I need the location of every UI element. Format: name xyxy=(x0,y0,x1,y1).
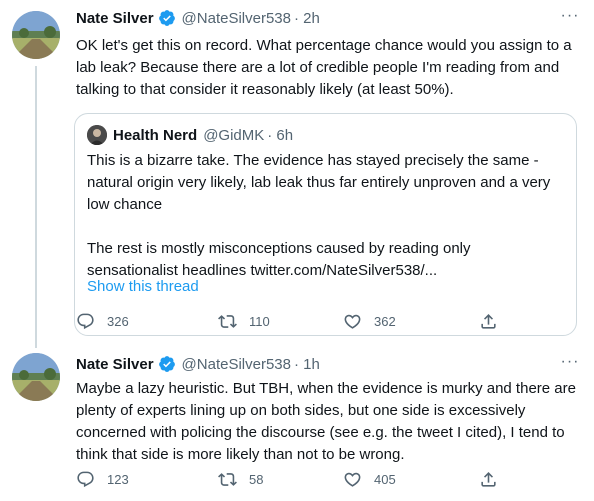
tweet[interactable]: Nate Silver @NateSilver538 · 1h ··· Mayb… xyxy=(0,345,594,501)
author-name[interactable]: Nate Silver xyxy=(76,356,154,373)
tweet-header: Nate Silver @NateSilver538 · 2h xyxy=(76,8,320,28)
quoted-header: Health Nerd @GidMK · 6h xyxy=(113,124,293,146)
author-handle[interactable]: @NateSilver538 xyxy=(182,356,291,373)
tweet-actions: 123 58 405 xyxy=(68,469,508,489)
verified-badge-icon xyxy=(158,356,175,372)
reply-icon xyxy=(77,313,94,329)
retweet-icon xyxy=(218,314,237,328)
retweet-count: 110 xyxy=(249,313,270,329)
more-options-icon[interactable]: ··· xyxy=(560,354,580,376)
retweet-icon xyxy=(218,472,237,486)
reply-count: 326 xyxy=(107,313,129,329)
retweet-count: 58 xyxy=(249,471,264,487)
quoted-time: · 6h xyxy=(267,126,294,144)
share-button[interactable] xyxy=(479,469,498,489)
like-button[interactable]: 362 xyxy=(343,311,396,331)
tweet-time[interactable]: · 2h xyxy=(294,10,320,27)
reply-button[interactable]: 326 xyxy=(76,311,129,331)
reply-count: 123 xyxy=(107,471,129,487)
tweet-actions: 326 110 362 xyxy=(68,311,508,331)
quoted-author-name: Health Nerd xyxy=(113,126,198,144)
show-thread-link[interactable]: Show this thread xyxy=(87,278,199,295)
quoted-text: This is a bizarre take. The evidence has… xyxy=(87,152,551,279)
share-icon xyxy=(481,471,496,487)
share-button[interactable] xyxy=(479,311,498,331)
author-handle[interactable]: @NateSilver538 xyxy=(182,10,291,27)
reply-button[interactable]: 123 xyxy=(76,469,129,489)
like-icon xyxy=(344,314,361,329)
tweet-text: OK let's get this on record. What percen… xyxy=(76,37,576,98)
tweet-header: Nate Silver @NateSilver538 · 1h xyxy=(76,354,320,374)
reply-icon xyxy=(77,471,94,487)
like-count: 405 xyxy=(374,471,396,487)
like-button[interactable]: 405 xyxy=(343,469,396,489)
quoted-author-handle: @GidMK xyxy=(203,126,265,144)
tweet-text: Maybe a lazy heuristic. But TBH, when th… xyxy=(76,380,581,463)
author-name[interactable]: Nate Silver xyxy=(76,10,154,27)
quoted-tweet[interactable]: Health Nerd @GidMK · 6h This is a bizarr… xyxy=(74,113,577,336)
like-count: 362 xyxy=(374,313,396,329)
more-options-icon[interactable]: ··· xyxy=(560,8,580,30)
avatar[interactable] xyxy=(12,353,60,401)
avatar[interactable] xyxy=(12,11,60,59)
like-icon xyxy=(344,472,361,487)
retweet-button[interactable]: 110 xyxy=(218,311,270,331)
quoted-avatar xyxy=(87,125,107,145)
share-icon xyxy=(481,313,496,329)
tweet[interactable]: Nate Silver @NateSilver538 · 2h ··· OK l… xyxy=(0,0,594,345)
retweet-button[interactable]: 58 xyxy=(218,469,263,489)
tweet-time[interactable]: · 1h xyxy=(294,356,320,373)
verified-badge-icon xyxy=(158,10,175,26)
